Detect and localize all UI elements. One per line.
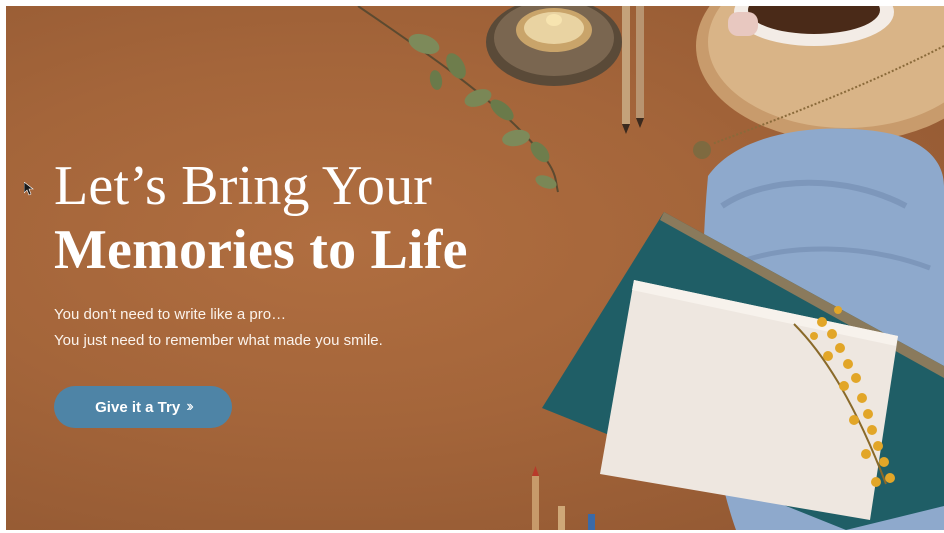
candle-holder	[486, 6, 622, 86]
double-chevron-right-icon: ››	[186, 397, 193, 415]
headline-line-1: Let’s Bring Your	[54, 155, 433, 217]
tray-with-cup	[696, 6, 944, 142]
pencils-top	[622, 6, 644, 134]
subtext-line-1: You don’t need to write like a pro…	[54, 306, 287, 323]
pencils-bottom	[532, 466, 595, 530]
subtext-line-2: You just need to remember what made you …	[54, 332, 383, 349]
headline-line-2: Memories to Life	[54, 219, 468, 281]
hero-banner: Let’s Bring Your Memories to Life You do…	[6, 6, 944, 530]
cta-label: Give it a Try	[95, 398, 181, 416]
hero-subtext: You don’t need to write like a pro… You …	[54, 302, 574, 354]
mouse-cursor-icon	[24, 182, 34, 196]
hero-headline: Let’s Bring Your Memories to Life	[54, 158, 574, 278]
give-it-a-try-button[interactable]: Give it a Try ››	[54, 386, 232, 428]
hero-text-block: Let’s Bring Your Memories to Life You do…	[54, 158, 574, 354]
